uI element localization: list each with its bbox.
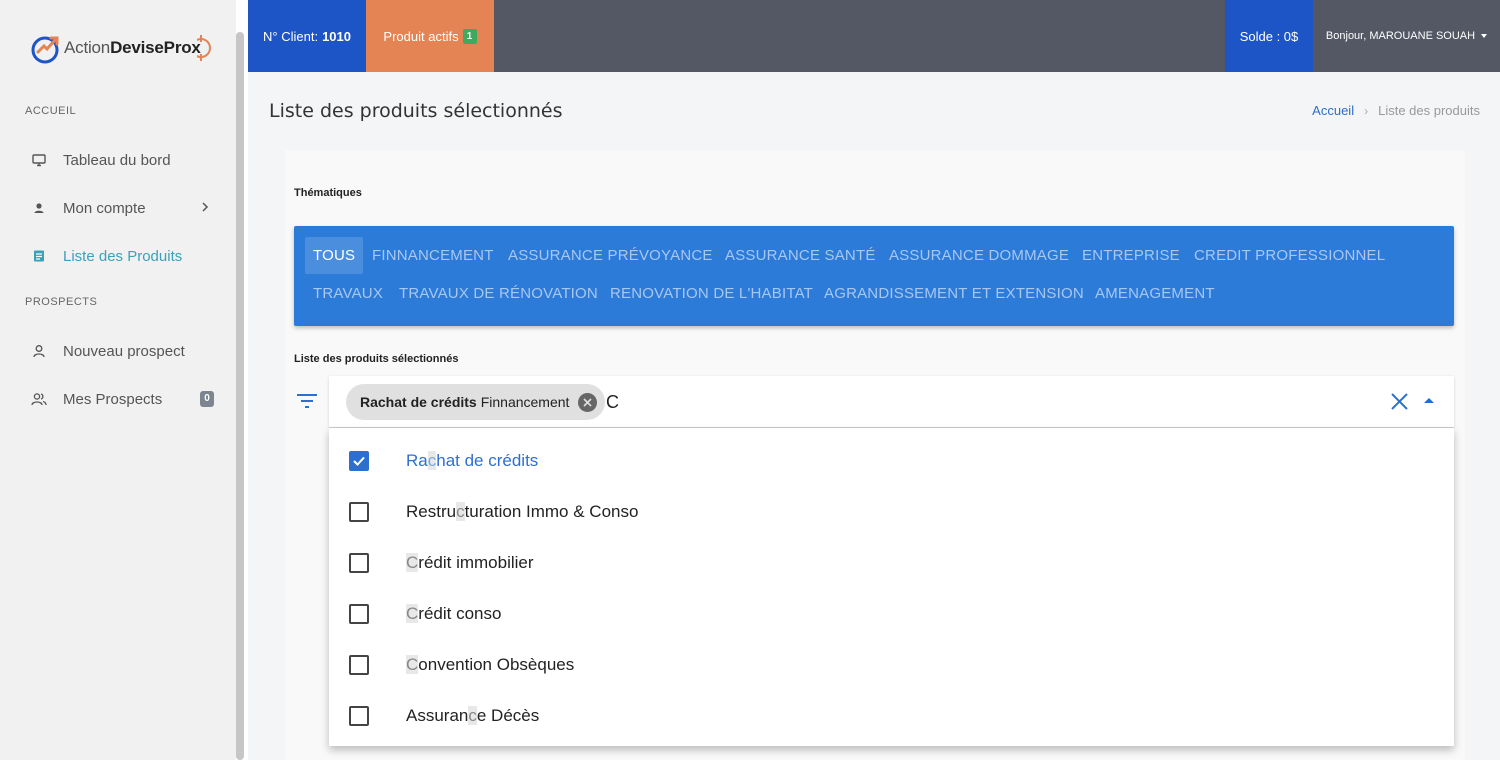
solde-text: Solde : 0$ xyxy=(1239,28,1299,44)
option-label: Rachat de crédits xyxy=(406,450,539,470)
sidebar-item-mes-prospects[interactable]: Mes Prospects 0 xyxy=(30,383,220,415)
person-icon xyxy=(30,199,48,217)
option-convention-obseques[interactable]: Convention Obsèques xyxy=(329,639,1454,690)
user-menu-dropdown[interactable]: Bonjour, MAROUANE SOUAH xyxy=(1313,0,1500,72)
breadcrumb: Accueil › Liste des produits xyxy=(1312,103,1480,118)
sidebar-item-label: Mes Prospects xyxy=(63,390,163,408)
option-assurance-deces[interactable]: Assurance Décès xyxy=(329,690,1454,741)
tab-finnancement[interactable]: FINNANCEMENT xyxy=(364,237,502,274)
breadcrumb-current: Liste des produits xyxy=(1378,103,1480,118)
prospects-count-badge: 0 xyxy=(200,391,214,407)
option-credit-conso[interactable]: Crédit conso xyxy=(329,588,1454,639)
people-icon xyxy=(30,390,48,408)
products-label: Produit actifs xyxy=(383,28,459,44)
thematiques-tabs: TOUS FINNANCEMENT ASSURANCE PRÉVOYANCE A… xyxy=(294,226,1454,326)
logo-mark-icon xyxy=(30,32,62,64)
checkbox[interactable] xyxy=(349,501,369,522)
option-label: Assurance Décès xyxy=(406,705,540,725)
page-header: Liste des produits sélectionnés Accueil … xyxy=(248,72,1500,150)
product-options-list: Rachat de crédits Restructuration Immo &… xyxy=(329,428,1454,746)
option-rachat-de-credits[interactable]: Rachat de crédits xyxy=(329,435,1454,486)
sidebar: ActionDeviseProx ACCUEIL Tableau du bord… xyxy=(0,0,236,760)
option-label: Crédit conso xyxy=(406,603,502,623)
sidebar-item-nouveau-prospect[interactable]: Nouveau prospect xyxy=(30,335,220,367)
tab-tous[interactable]: TOUS xyxy=(305,237,364,274)
checkbox[interactable] xyxy=(349,603,369,624)
sidebar-item-liste-des-produits[interactable]: Liste des Produits xyxy=(30,240,220,272)
sidebar-item-label: Nouveau prospect xyxy=(63,342,185,360)
page-title: Liste des produits sélectionnés xyxy=(269,100,563,122)
logo-text: ActionDeviseProx xyxy=(64,38,201,57)
tab-credit-professionnel[interactable]: CREDIT PROFESSIONNEL xyxy=(1186,237,1393,274)
user-greeting: Bonjour, MAROUANE SOUAH xyxy=(1325,30,1476,42)
product-multiselect[interactable]: Rachat de crédits Finnancement xyxy=(329,376,1454,428)
selected-product-chip: Rachat de crédits Finnancement xyxy=(346,384,606,420)
checkbox[interactable] xyxy=(349,552,369,573)
crosshair-icon xyxy=(190,34,213,62)
solde-box: Solde : 0$ xyxy=(1225,0,1313,72)
tab-agrandissement-et-extension[interactable]: AGRANDISSEMENT ET EXTENSION xyxy=(816,275,1092,312)
client-label: N° Client: xyxy=(263,28,319,44)
tab-assurance-prevoyance[interactable]: ASSURANCE PRÉVOYANCE xyxy=(500,237,721,274)
scrollbar-thumb[interactable] xyxy=(236,32,244,760)
logo[interactable]: ActionDeviseProx xyxy=(30,30,213,66)
nav-section-prospects: PROSPECTS xyxy=(25,296,98,308)
client-number-box: N° Client: 1010 xyxy=(248,0,366,72)
sidebar-item-label: Liste des Produits xyxy=(63,247,183,265)
topbar: N° Client: 1010 Produit actifs 1 Solde : … xyxy=(248,0,1500,72)
client-number: 1010 xyxy=(322,28,351,44)
dropdown-toggle-icon[interactable] xyxy=(1424,398,1434,403)
breadcrumb-home-link[interactable]: Accueil xyxy=(1312,103,1354,118)
checkbox-checked[interactable] xyxy=(349,450,369,471)
product-search-input[interactable] xyxy=(606,390,1006,414)
selected-products-label: Liste des produits sélectionnés xyxy=(294,353,459,365)
option-label: Restructuration Immo & Conso xyxy=(406,501,639,521)
option-credit-immobilier[interactable]: Crédit immobilier xyxy=(329,537,1454,588)
tab-assurance-sante[interactable]: ASSURANCE SANTÉ xyxy=(717,237,884,274)
clear-selection-icon[interactable] xyxy=(1390,392,1409,411)
sidebar-item-mon-compte[interactable]: Mon compte xyxy=(30,192,220,224)
breadcrumb-separator-icon: › xyxy=(1364,103,1369,118)
caret-down-icon xyxy=(1481,34,1488,38)
list-icon xyxy=(30,247,48,265)
option-label: Crédit immobilier xyxy=(406,552,534,572)
tab-entreprise[interactable]: ENTREPRISE xyxy=(1074,237,1188,274)
active-products-count-badge: 1 xyxy=(462,28,477,44)
sidebar-item-label: Tableau du bord xyxy=(63,151,171,169)
sidebar-item-tableau-du-bord[interactable]: Tableau du bord xyxy=(30,144,220,176)
monitor-icon xyxy=(30,151,48,169)
tab-travaux-de-renovation[interactable]: TRAVAUX DE RÉNOVATION xyxy=(391,275,606,312)
option-label: Convention Obsèques xyxy=(406,654,575,674)
chevron-right-icon xyxy=(200,200,210,218)
checkbox[interactable] xyxy=(349,654,369,675)
tab-amenagement[interactable]: AMENAGEMENT xyxy=(1087,275,1223,312)
nav-section-accueil: ACCUEIL xyxy=(25,105,77,117)
person-outline-icon xyxy=(30,342,48,360)
tab-travaux[interactable]: TRAVAUX xyxy=(305,275,391,312)
thematiques-label: Thématiques xyxy=(294,187,362,199)
filter-icon[interactable] xyxy=(296,391,318,411)
chip-product-name: Rachat de crédits xyxy=(360,394,477,410)
tab-assurance-dommage[interactable]: ASSURANCE DOMMAGE xyxy=(881,237,1077,274)
checkbox[interactable] xyxy=(349,705,369,726)
chip-product-category: Finnancement xyxy=(480,394,570,410)
chip-remove-icon[interactable] xyxy=(578,392,598,412)
tab-renovation-de-l-habitat[interactable]: RENOVATION DE L'HABITAT xyxy=(602,275,821,312)
active-products-button[interactable]: Produit actifs 1 xyxy=(366,0,494,72)
sidebar-scrollbar[interactable] xyxy=(236,0,248,760)
sidebar-item-label: Mon compte xyxy=(63,199,146,217)
option-restructuration-immo-conso[interactable]: Restructuration Immo & Conso xyxy=(329,486,1454,537)
